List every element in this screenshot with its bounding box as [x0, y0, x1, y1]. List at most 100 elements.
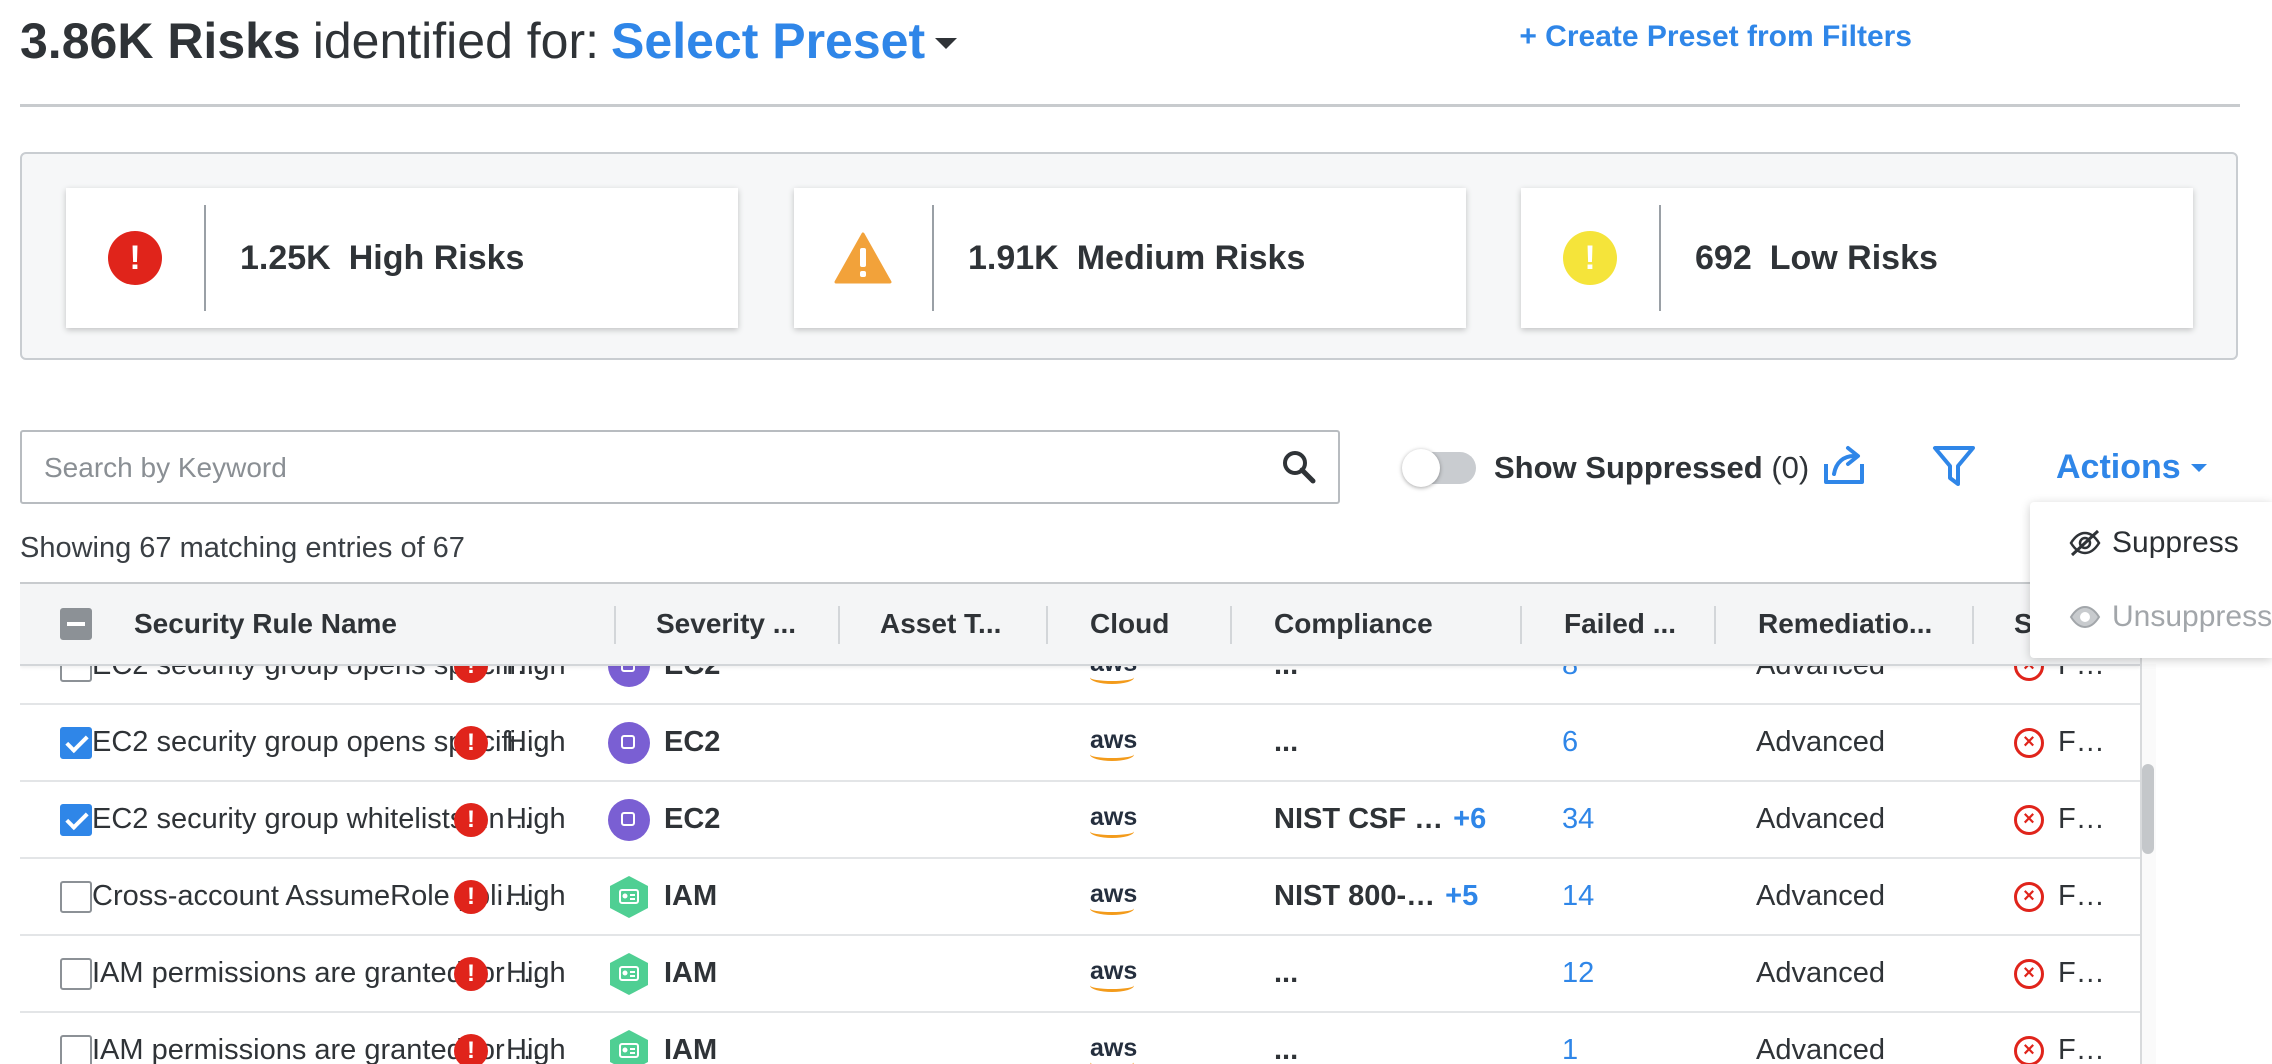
severity-value: High	[506, 803, 566, 835]
suppress-menu-item[interactable]: Suppress	[2068, 526, 2239, 560]
column-resizer[interactable]	[1230, 606, 1232, 644]
low-risks-text: 692 Low Risks	[1695, 239, 1938, 278]
compliance-cell[interactable]: ...	[1274, 705, 1308, 780]
risk-count: 3.86K Risks	[20, 13, 301, 69]
severity-cell: ! High	[454, 705, 566, 780]
row-checkbox[interactable]	[60, 804, 92, 836]
chevron-down-icon[interactable]	[935, 37, 958, 49]
unsuppress-label: Unsuppress	[2112, 600, 2272, 633]
severity-cell: ! High	[454, 936, 566, 1011]
column-resizer[interactable]	[1972, 606, 1974, 644]
high-risks-card[interactable]: ! 1.25K High Risks	[66, 188, 738, 328]
column-resizer[interactable]	[838, 606, 840, 644]
row-checkbox[interactable]	[60, 727, 92, 759]
asset-type-value: IAM	[664, 880, 718, 912]
medium-risks-text: 1.91K Medium Risks	[968, 239, 1305, 278]
select-preset-dropdown[interactable]: Select Preset	[611, 12, 925, 70]
actions-label: Actions	[2056, 448, 2181, 486]
scrollbar-track[interactable]	[2142, 664, 2156, 1064]
medium-risks-card[interactable]: 1.91K Medium Risks	[794, 188, 1466, 328]
actions-menu: Suppress Unsuppress	[2030, 502, 2272, 658]
table-row[interactable]: IAM permissions are granted for …! High IA…	[20, 936, 2140, 1013]
scrollbar-thumb[interactable]	[2142, 764, 2154, 854]
filter-icon[interactable]	[1932, 444, 1976, 488]
exclamation-circle-icon: !	[1563, 231, 1617, 285]
table-row[interactable]: IAM permissions are granted for …! High IA…	[20, 1013, 2140, 1064]
showing-entries-text: Showing 67 matching entries of 67	[20, 532, 465, 564]
column-resizer[interactable]	[1714, 606, 1716, 644]
severity-value: High	[506, 957, 566, 989]
column-header-failed[interactable]: Failed ...	[1564, 584, 1676, 664]
exclamation-circle-icon: !	[454, 803, 488, 838]
column-header-asset-type[interactable]: Asset T...	[880, 584, 1001, 664]
cloud-cell: aws	[1090, 723, 1137, 773]
column-header-severity[interactable]: Severity ...	[656, 584, 796, 664]
search-icon[interactable]	[1282, 450, 1316, 484]
actions-dropdown[interactable]: Actions	[2056, 448, 2207, 487]
compliance-more[interactable]: +6	[1453, 803, 1486, 835]
severity-cell: ! High	[454, 782, 566, 857]
severity-cell: ! High	[454, 859, 566, 934]
page-title: 3.86K Risks identified for: Select Prese…	[20, 6, 958, 76]
column-resizer[interactable]	[1520, 606, 1522, 644]
status-value: F…	[2058, 803, 2105, 835]
medium-risk-icon-wrap	[794, 205, 934, 311]
select-all-checkbox[interactable]	[60, 608, 92, 640]
row-checkbox[interactable]	[60, 958, 92, 990]
column-resizer[interactable]	[1046, 606, 1048, 644]
failed-count-link[interactable]: 6	[1562, 705, 1578, 780]
cloud-cell: aws	[1090, 800, 1137, 850]
row-checkbox[interactable]	[60, 881, 92, 913]
risks-table: Security Rule Name Severity ... Asset T.…	[20, 582, 2142, 1064]
fail-x-icon: ×	[2014, 882, 2044, 913]
exclamation-circle-icon: !	[454, 1034, 488, 1064]
create-preset-link[interactable]: + Create Preset from Filters	[1519, 20, 1912, 54]
severity-value: High	[506, 1034, 566, 1064]
column-header-compliance[interactable]: Compliance	[1274, 584, 1433, 664]
fail-x-icon: ×	[2014, 1036, 2044, 1064]
table-row[interactable]: EC2 security group opens specifi…!HighEC…	[20, 705, 2140, 782]
unsuppress-menu-item[interactable]: Unsuppress	[2068, 600, 2272, 634]
export-icon[interactable]	[1822, 442, 1866, 486]
status-cell: × F…	[2014, 705, 2105, 780]
row-checkbox[interactable]	[60, 1035, 92, 1064]
aws-logo-icon: aws	[1090, 805, 1137, 838]
asset-type-cell: IAM	[608, 936, 717, 1011]
exclamation-circle-icon: !	[454, 880, 488, 915]
search-input[interactable]	[22, 432, 1246, 504]
show-suppressed-toggle[interactable]	[1402, 449, 1476, 487]
high-risk-icon-wrap: !	[66, 205, 206, 311]
failed-count-link[interactable]: 12	[1562, 936, 1594, 1011]
failed-count-link[interactable]: 14	[1562, 859, 1594, 934]
compliance-more[interactable]: +5	[1445, 880, 1478, 912]
severity-cell: ! High	[454, 1013, 566, 1064]
compliance-cell[interactable]: ...	[1274, 1013, 1308, 1064]
cloud-value: aws	[1090, 880, 1138, 908]
column-resizer[interactable]	[614, 606, 616, 644]
status-value: F…	[2058, 1034, 2105, 1064]
low-risks-count: 692	[1695, 238, 1752, 277]
compliance-cell[interactable]: NIST CSF … +6	[1274, 782, 1486, 857]
column-header-remediation[interactable]: Remediatio...	[1758, 584, 1932, 664]
cloud-value: aws	[1090, 803, 1138, 831]
aws-logo-icon: aws	[1090, 959, 1137, 992]
low-risks-card[interactable]: ! 692 Low Risks	[1521, 188, 2193, 328]
remediation-value: Advanced	[1756, 726, 1885, 758]
compliance-cell[interactable]: NIST 800-… +5	[1274, 859, 1478, 934]
compliance-value: NIST CSF …	[1274, 803, 1444, 835]
status-value: F…	[2058, 726, 2105, 758]
cloud-cell: aws	[1090, 1031, 1137, 1064]
failed-count-link[interactable]: 34	[1562, 782, 1594, 857]
table-row[interactable]: Cross-account AssumeRole poli…! High IAM aw…	[20, 859, 2140, 936]
severity-value: High	[506, 880, 566, 912]
eye-icon	[2069, 605, 2101, 629]
column-header-cloud[interactable]: Cloud	[1090, 584, 1169, 664]
table-row[interactable]: EC2 security group whitelists un…! High EC…	[20, 782, 2140, 859]
asset-type-cell: EC2	[608, 782, 720, 857]
aws-logo-icon: aws	[1090, 882, 1137, 915]
failed-count-link[interactable]: 1	[1562, 1013, 1578, 1064]
compliance-value: NIST 800-…	[1274, 880, 1436, 912]
eye-slash-icon	[2069, 529, 2101, 557]
column-header-rule-name[interactable]: Security Rule Name	[134, 584, 397, 664]
compliance-cell[interactable]: ...	[1274, 936, 1308, 1011]
